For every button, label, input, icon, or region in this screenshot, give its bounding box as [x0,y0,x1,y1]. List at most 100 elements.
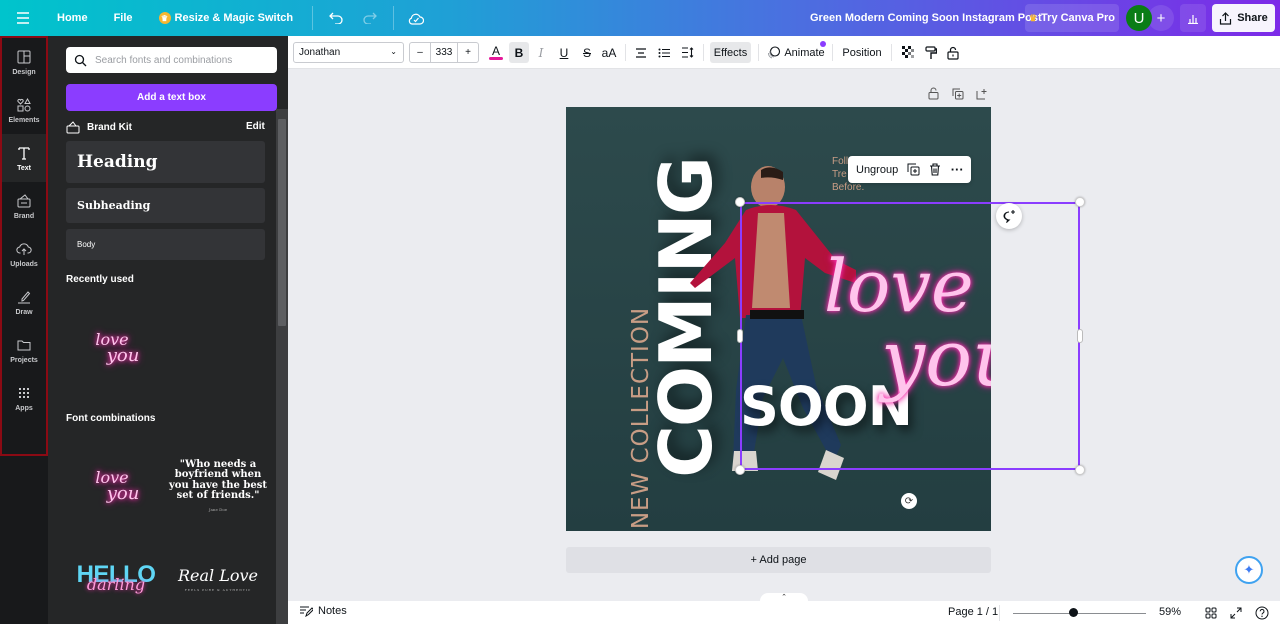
help-icon [1255,606,1269,620]
cloud-check-icon [408,13,425,25]
fullscreen-button[interactable] [1228,605,1244,621]
redo-button[interactable] [353,0,387,36]
strikethrough-icon: S [582,45,591,60]
save-status-button[interactable] [400,0,432,36]
delete-button[interactable] [928,163,942,177]
resize-handle-right[interactable] [1077,329,1083,343]
show-pages-button[interactable]: ⌃ [760,593,808,601]
zoom-slider[interactable] [1013,613,1146,614]
animate-button[interactable]: Animate [766,41,826,63]
duplicate-page-button[interactable] [951,87,964,100]
transparency-button[interactable] [900,42,916,63]
search-box[interactable] [66,47,277,73]
effects-button[interactable]: Effects [710,42,751,63]
recent-love-you-thumb[interactable]: love you [66,298,166,398]
insights-button[interactable] [1180,4,1206,32]
resize-handle-bottom-left[interactable] [735,465,745,475]
help-button[interactable] [1254,605,1270,621]
search-input[interactable] [95,54,265,66]
selection-box[interactable] [740,202,1080,470]
resize-handle-left[interactable] [737,329,743,343]
magic-assistant-button[interactable]: ✦ [1235,556,1263,584]
bold-button[interactable]: B [509,42,529,63]
sparkle-icon: ✦ [1243,562,1255,577]
sidebar-item-text[interactable]: Text [2,134,46,182]
decrease-font-size-button[interactable]: – [410,43,431,62]
brand-icon [17,193,31,207]
sidebar-item-design[interactable]: Design [2,38,46,86]
pen-icon [18,290,31,303]
file-menu[interactable]: File [101,0,146,36]
share-button[interactable]: Share [1212,4,1275,32]
add-subheading-button[interactable]: Subheading [66,188,265,223]
sidebar-item-uploads[interactable]: Uploads [2,230,46,278]
real-love-text: Real Love FEELS PURE & AUTHENTIC [178,566,258,592]
try-canva-pro-button[interactable]: ♛ Try Canva Pro [1025,4,1119,32]
resize-handle-top-left[interactable] [735,197,745,207]
text-color-a-icon: A [491,44,500,58]
divider [891,44,892,61]
notes-button[interactable]: Notes [299,605,347,617]
add-heading-button[interactable]: Heading [66,141,265,183]
copy-style-button[interactable] [923,42,939,63]
avatar[interactable]: U [1126,5,1152,31]
home-button[interactable]: Home [44,0,101,36]
paint-roller-icon [925,45,937,59]
more-options-button[interactable]: ··· [950,162,964,177]
align-button[interactable] [633,42,649,63]
italic-button[interactable]: I [533,42,549,63]
add-page-button[interactable]: + Add page [566,547,991,573]
combo-love-you-thumb[interactable]: love you [66,436,166,536]
add-comment-button[interactable] [996,203,1022,229]
sidebar-item-draw[interactable]: Draw [2,278,46,326]
notes-icon [300,606,313,617]
brand-kit-edit-button[interactable]: Edit [246,121,265,132]
combo-hello-darling-thumb[interactable]: HELLO darling [66,541,166,616]
add-page-icon-button[interactable] [975,87,988,100]
sidebar-rail-bottom [0,456,48,624]
add-text-box-button[interactable]: Add a text box [66,84,277,111]
ungroup-button[interactable]: Ungroup [856,164,898,176]
main-menu-button[interactable] [0,0,44,36]
font-family-dropdown[interactable]: Jonathan ⌄ [293,42,404,63]
sidebar-item-brand[interactable]: Brand [2,182,46,230]
sidebar-item-elements[interactable]: Elements [2,86,46,134]
resize-handle-bottom-right[interactable] [1075,465,1085,475]
position-button[interactable]: Position [841,42,883,63]
lock-page-button[interactable] [927,87,940,100]
increase-font-size-button[interactable]: + [458,43,478,62]
font-size-input[interactable]: 333 [431,43,458,62]
duplicate-button[interactable] [906,163,920,177]
resize-button[interactable]: ♛ Resize & Magic Switch [146,0,307,36]
text-color-button[interactable]: A [487,42,505,63]
crown-icon: ♛ [158,12,171,24]
font-size-stepper: – 333 + [409,42,479,63]
document-title[interactable]: Green Modern Coming Soon Instagram Post [810,0,1042,36]
spacing-button[interactable] [679,42,695,63]
add-body-button[interactable]: Body [66,229,265,260]
element-context-menu: Ungroup ··· [848,156,971,183]
list-button[interactable] [656,42,672,63]
grid-view-button[interactable] [1203,605,1219,621]
underline-button[interactable]: U [556,42,572,63]
panel-scrollbar-thumb[interactable] [278,119,286,326]
divider [832,44,833,61]
strikethrough-button[interactable]: S [579,42,595,63]
lock-button[interactable] [945,42,961,63]
undo-button[interactable] [319,0,353,36]
page-indicator[interactable]: Page 1 / 1 [948,606,998,618]
brand-kit-row[interactable]: Brand Kit [66,118,266,136]
sidebar-item-apps[interactable]: Apps [2,374,46,422]
rotate-handle[interactable]: ⟳ [901,493,917,509]
combo-real-love-thumb[interactable]: Real Love FEELS PURE & AUTHENTIC [168,541,268,616]
letter-case-button[interactable]: aA [600,42,618,63]
chevron-up-icon: ⌃ [781,594,787,601]
duplicate-icon [907,163,920,176]
quote-text: "Who needs a boyfriend when you have the… [168,459,268,512]
zoom-slider-handle[interactable] [1069,608,1079,617]
combo-quote-thumb[interactable]: "Who needs a boyfriend when you have the… [168,436,268,536]
resize-handle-top-right[interactable] [1075,197,1085,207]
sidebar-item-projects[interactable]: Projects [2,326,46,374]
transparency-icon [901,46,914,58]
zoom-percentage[interactable]: 59% [1159,606,1181,618]
